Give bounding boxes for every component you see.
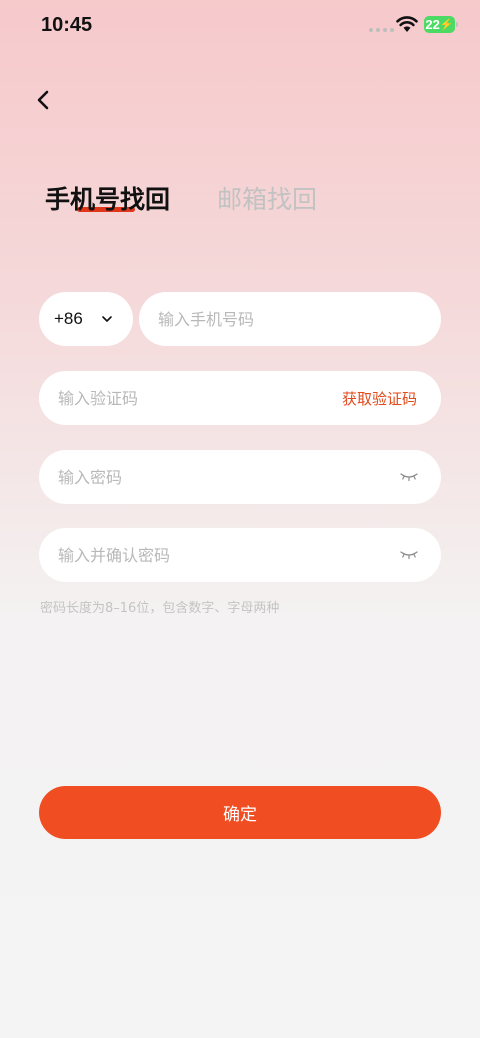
phone-field	[139, 292, 441, 346]
status-bar: 10:45 22 ⚡	[0, 0, 480, 54]
battery-level: 22	[425, 17, 440, 32]
eye-closed-icon[interactable]	[399, 549, 419, 561]
chevron-down-icon	[102, 316, 112, 322]
verification-code-input[interactable]	[58, 371, 328, 425]
password-field	[39, 450, 441, 504]
tab-phone-recovery[interactable]: 手机号找回	[45, 180, 170, 216]
country-code-select[interactable]: +86	[39, 292, 133, 346]
country-code-value: +86	[54, 309, 83, 328]
battery-cap	[456, 22, 458, 27]
confirm-password-input[interactable]	[58, 528, 378, 582]
status-time: 10:45	[41, 14, 93, 36]
password-input[interactable]	[58, 450, 378, 504]
chevron-left-icon	[37, 90, 49, 110]
eye-closed-icon[interactable]	[399, 471, 419, 483]
confirm-password-field	[39, 528, 441, 582]
signal-dots-icon	[369, 28, 394, 32]
wifi-icon	[396, 16, 418, 32]
confirm-button[interactable]: 确定	[39, 786, 441, 839]
verification-code-field: 获取验证码	[39, 371, 441, 425]
battery-icon: 22 ⚡	[424, 16, 455, 33]
back-button[interactable]	[30, 85, 58, 115]
phone-input[interactable]	[158, 292, 428, 346]
get-code-button[interactable]: 获取验证码	[342, 388, 417, 409]
tab-email-recovery[interactable]: 邮箱找回	[217, 180, 317, 216]
password-hint: 密码长度为8–16位，包含数字、字母两种	[40, 601, 280, 616]
